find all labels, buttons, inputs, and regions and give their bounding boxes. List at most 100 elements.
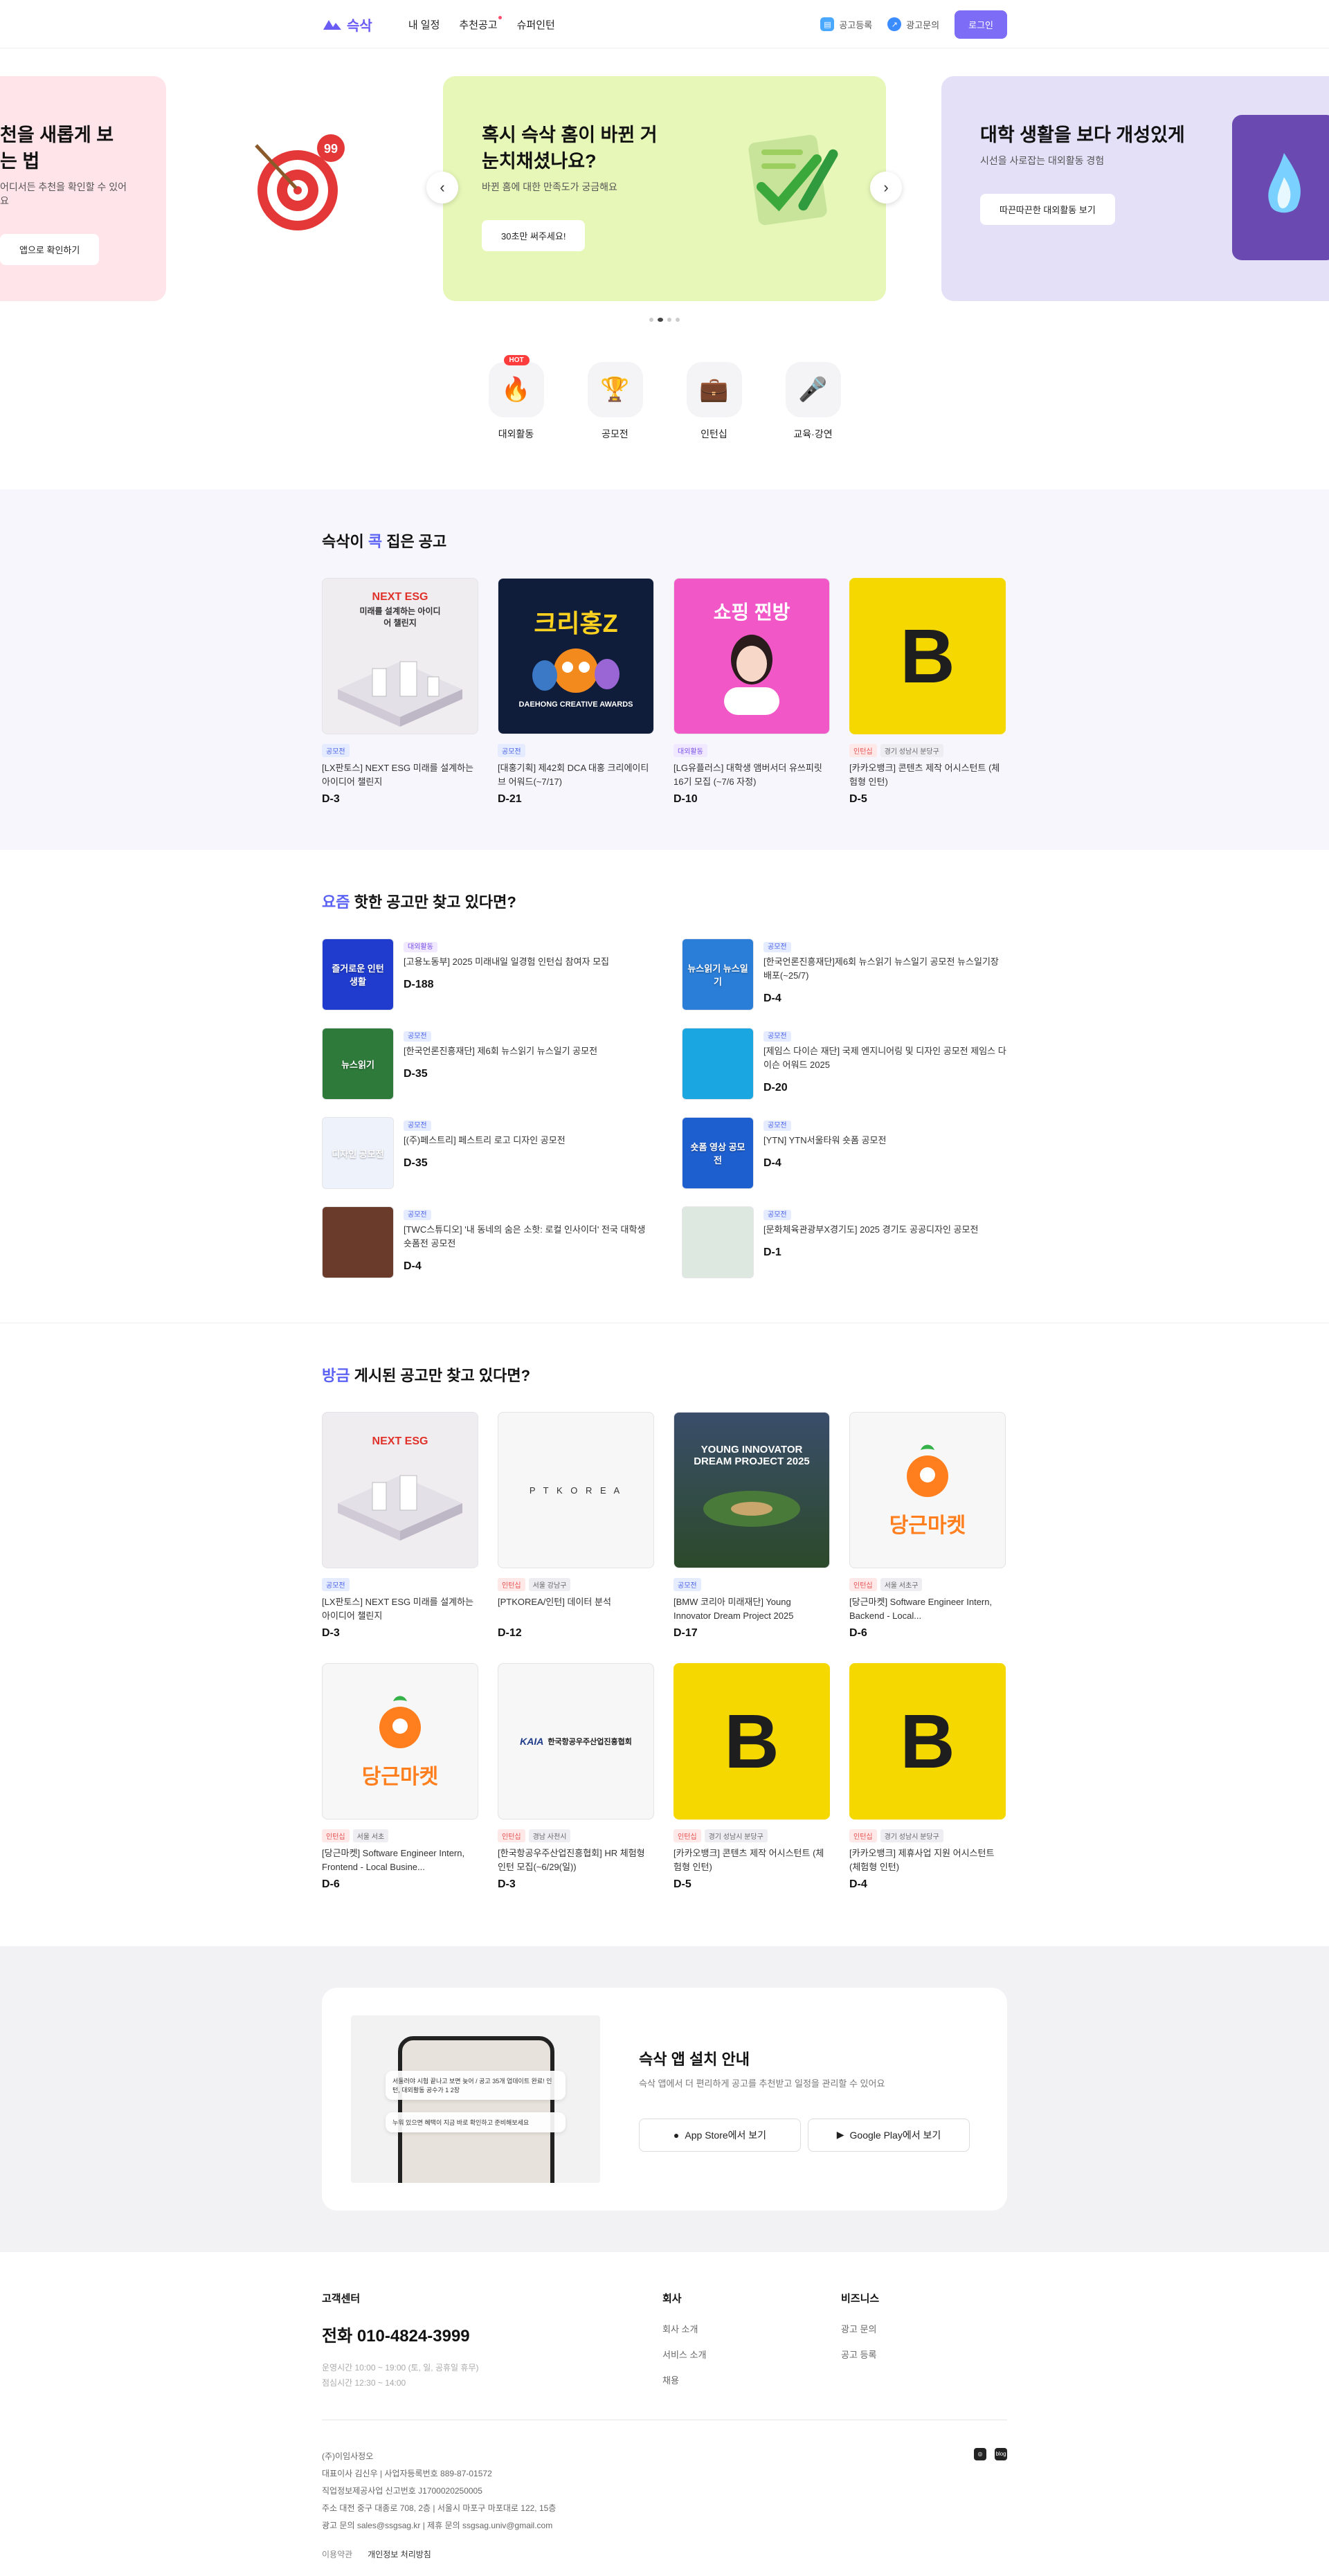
- footer-heading: 회사: [662, 2293, 682, 2305]
- location-tag: 경남 사천시: [528, 1829, 571, 1842]
- posting-card[interactable]: 당근마켓 인턴십 서울 서초구 [당근마켓] Software Engineer In…: [849, 1412, 1006, 1640]
- ad-inquiry-link[interactable]: ↗ 광고문의: [887, 17, 939, 31]
- posting-title: [LG유플러스] 대학생 앰버서더 유쓰피릿 16기 모집 (~7/6 자정): [673, 763, 822, 787]
- google-play-button[interactable]: ▶ Google Play에서 보기: [808, 2118, 970, 2152]
- app-description: 슥삭 앱에서 더 편리하게 공고를 추천받고 일정을 관리할 수 있어요: [639, 2078, 885, 2089]
- footer-link[interactable]: 광고 문의: [841, 2322, 879, 2335]
- footer-link[interactable]: 회사 소개: [662, 2322, 841, 2335]
- posting-image: NEXT ESG 미래를 설계하는 아이디어 챌린지: [322, 578, 478, 734]
- category-tag: 대외활동: [673, 744, 707, 757]
- list-item[interactable]: 즐거로운 인턴 생활 대외활동 [고용노동부] 2025 미래내일 일경험 인턴십 …: [322, 938, 647, 1010]
- posting-card[interactable]: 쇼핑 찐방 대외활동 [LG유플러스] 대학생 앰버서더 유쓰피릿 16기 모집…: [673, 578, 830, 806]
- banner-card[interactable]: 대학 생활을 보다 개성있게 시선을 사로잡는 대외활동 경험 따끈따끈한 대외…: [941, 76, 1329, 301]
- posting-title: [문화체육관광부X경기도] 2025 경기도 공공디자인 공모전: [763, 1224, 979, 1235]
- dday-label: D-1: [763, 1246, 781, 1258]
- list-item[interactable]: 뉴스읽기 뉴스일기 공모전 [한국언론진흥재단]제6회 뉴스읽기 뉴스일기 공모전 …: [682, 938, 1007, 1010]
- title-highlight: 콕: [368, 533, 383, 550]
- login-button[interactable]: 로그인: [955, 10, 1007, 39]
- app-install-section: 서둘러야 시험 끝나고 보면 늦어 / 공고 35개 업데이트 완료! 인턴, …: [0, 1946, 1329, 2252]
- dday-label: D-6: [849, 1627, 867, 1639]
- banner-card[interactable]: 천을 새롭게 보는 법 어디서든 추천을 확인할 수 있어요 앱으로 확인하기 …: [0, 76, 345, 301]
- posting-title: [TWC스튜디오] '내 동네의 숨은 소핫: 로컬 인사이더' 전국 대학생 …: [404, 1224, 646, 1249]
- title-part: 게시된 공고만 찾고 있다면?: [350, 1367, 531, 1384]
- posting-card[interactable]: NEXT ESG 미래를 설계하는 아이디어 챌린지 공모전 [LX판토스] N…: [322, 578, 478, 806]
- category-contest[interactable]: 🏆 공모전: [587, 362, 643, 441]
- carousel-dot[interactable]: [676, 318, 680, 322]
- posting-card[interactable]: B 인턴십 경기 성남시 분당구 [카카오뱅크] 콘텐츠 제작 어시스턴트 (체험형 …: [673, 1663, 830, 1891]
- play-icon: ▶: [836, 2129, 844, 2140]
- apple-icon: ●: [673, 2129, 680, 2141]
- posting-thumbnail: 디자인 공모전: [322, 1117, 394, 1189]
- posting-card[interactable]: YOUNG INNOVATOR DREAM PROJECT 2025 공모전 [BM…: [673, 1412, 830, 1640]
- site-header: 슥삭 내 일정 추천공고 슈퍼인턴 ▤ 공고등록 ↗ 광고문의 로그인: [0, 0, 1329, 48]
- posting-thumbnail: 뉴스읽기 뉴스일기: [682, 938, 754, 1010]
- banner-button[interactable]: 30초만 써주세요!: [482, 220, 586, 251]
- carousel-dot-active[interactable]: [658, 318, 663, 322]
- nav-my-schedule[interactable]: 내 일정: [408, 17, 440, 32]
- posting-title: [LX판토스] NEXT ESG 미래를 설계하는 아이디어 챌린지: [322, 1597, 474, 1621]
- posting-card[interactable]: 크리홍Z DAEHONG CREATIVE AWARDS 공모전 [대홍기획] …: [498, 578, 654, 806]
- list-item[interactable]: 공모전 [제임스 다이슨 재단] 국제 엔지니어링 및 디자인 공모전 제임스 다…: [682, 1028, 1007, 1100]
- landscape-illustration: [703, 1491, 800, 1527]
- category-internship[interactable]: 💼 인턴십: [686, 362, 742, 441]
- nav-super-intern[interactable]: 슈퍼인턴: [517, 17, 555, 32]
- posting-image: 당근마켓: [849, 1412, 1006, 1568]
- title-part: 핫한 공고만 찾고 있다면?: [350, 894, 516, 911]
- carousel-next-button[interactable]: ›: [870, 172, 902, 203]
- banner-card[interactable]: 혹시 슥삭 홈이 바뀐 거 눈치채셨나요? 바뀐 홈에 대한 만족도가 궁금해요 …: [443, 76, 886, 301]
- character-illustration: [532, 648, 620, 693]
- posting-card[interactable]: B 인턴십 경기 성남시 분당구 [카카오뱅크] 콘텐츠 제작 어시스턴트 (체험…: [849, 578, 1006, 806]
- app-store-button[interactable]: ● App Store에서 보기: [639, 2118, 801, 2152]
- carousel-dot[interactable]: [667, 318, 671, 322]
- cs-phone: 전화 010-4824-3999: [322, 2327, 470, 2346]
- dday-label: D-4: [849, 1878, 867, 1890]
- list-item[interactable]: 디자인 공모전 공모전 [(주)페스트리] 페스트리 로고 디자인 공모전 D-35: [322, 1117, 647, 1189]
- banner-button[interactable]: 따끈따끈한 대외활동 보기: [980, 194, 1115, 225]
- dday-label: D-5: [673, 1878, 691, 1890]
- category-education[interactable]: 🎤 교육·강연: [785, 362, 841, 441]
- image-text: NEXT ESG: [372, 1435, 428, 1447]
- section-title: 방금 게시된 공고만 찾고 있다면?: [322, 1363, 1007, 1386]
- posting-title: [당근마켓] Software Engineer Intern, Fronten…: [322, 1848, 465, 1872]
- section-title: 슥삭이 콕 집은 공고: [322, 529, 1007, 552]
- nav-recommended[interactable]: 추천공고: [459, 15, 502, 32]
- banner-button[interactable]: 앱으로 확인하기: [0, 234, 100, 265]
- posting-title: [대홍기획] 제42회 DCA 대홍 크리에이티브 어워드(~7/17): [498, 763, 649, 787]
- terms-link[interactable]: 이용약관: [322, 2548, 352, 2560]
- thumbnail-text: 디자인 공모전: [332, 1148, 384, 1159]
- logo[interactable]: 슥삭: [322, 15, 372, 35]
- hot-section: 요즘 핫한 공고만 찾고 있다면? 즐거로운 인턴 생활 대외활동 [고용노동부] …: [0, 850, 1329, 1323]
- posting-card[interactable]: P T K O R E A 인턴십 서울 강남구 [PTKOREA/인턴] 데이터 분…: [498, 1412, 654, 1640]
- title-highlight: 방금: [322, 1367, 350, 1384]
- list-item[interactable]: 공모전 [문화체육관광부X경기도] 2025 경기도 공공디자인 공모전 D-1: [682, 1206, 1007, 1278]
- carousel-dot[interactable]: [649, 318, 653, 322]
- list-item[interactable]: 공모전 [TWC스튜디오] '내 동네의 숨은 소핫: 로컬 인사이더' 전국 대…: [322, 1206, 647, 1278]
- list-item[interactable]: 뉴스읽기 공모전 [한국언론진흥재단] 제6회 뉴스읽기 뉴스일기 공모전 D-35: [322, 1028, 647, 1100]
- posting-card[interactable]: B 인턴십 경기 성남시 분당구 [카카오뱅크] 제휴사업 지원 어시스턴트 (체험형…: [849, 1663, 1006, 1891]
- dday-label: D-20: [763, 1082, 788, 1094]
- posting-title: [한국항공우주산업진흥협회] HR 체험형 인턴 모집(~6/29(일)): [498, 1848, 645, 1872]
- instagram-icon[interactable]: ◎: [974, 2448, 986, 2460]
- image-subtext: 미래를 설계하는 아이디어 챌린지: [359, 606, 441, 628]
- cs-hours: 운영시간 10:00 ~ 19:00 (토, 일, 공휴일 휴무): [322, 2363, 479, 2373]
- microphone-icon: 🎤: [798, 377, 828, 403]
- kakaobank-logo: B: [724, 1698, 779, 1784]
- posting-card[interactable]: KAIA 한국항공우주산업진흥협회 인턴십 경남 사천시 [한국항공우주산업진흥협회] …: [498, 1663, 654, 1891]
- category-activity[interactable]: HOT 🔥 대외활동: [488, 355, 544, 441]
- blue-flame-icon: [1268, 153, 1301, 213]
- footer-link[interactable]: 채용: [662, 2373, 841, 2386]
- posting-image: YOUNG INNOVATOR DREAM PROJECT 2025: [673, 1412, 830, 1568]
- posting-card[interactable]: NEXT ESG 공모전 [LX판토스] NEXT ESG 미래를 설계하는 아이디…: [322, 1412, 478, 1640]
- footer-link[interactable]: 서비스 소개: [662, 2348, 841, 2361]
- posting-image: P T K O R E A: [498, 1412, 654, 1568]
- posting-card[interactable]: 당근마켓 인턴십 서울 서초 [당근마켓] Software Engineer Int…: [322, 1663, 478, 1891]
- privacy-link[interactable]: 개인정보 처리방침: [368, 2548, 431, 2560]
- list-item[interactable]: 숏폼 영상 공모전 공모전 [YTN] YTN서울타워 숏폼 공모전 D-4: [682, 1117, 1007, 1189]
- carousel-prev-button[interactable]: ‹: [426, 172, 458, 203]
- posting-image: 크리홍Z DAEHONG CREATIVE AWARDS: [498, 578, 654, 734]
- dday-label: D-3: [322, 793, 340, 805]
- blog-icon[interactable]: blog: [995, 2448, 1007, 2460]
- footer-link[interactable]: 공고 등록: [841, 2348, 879, 2361]
- section-title: 요즘 핫한 공고만 찾고 있다면?: [322, 890, 1007, 912]
- ad-register-link[interactable]: ▤ 공고등록: [820, 17, 872, 31]
